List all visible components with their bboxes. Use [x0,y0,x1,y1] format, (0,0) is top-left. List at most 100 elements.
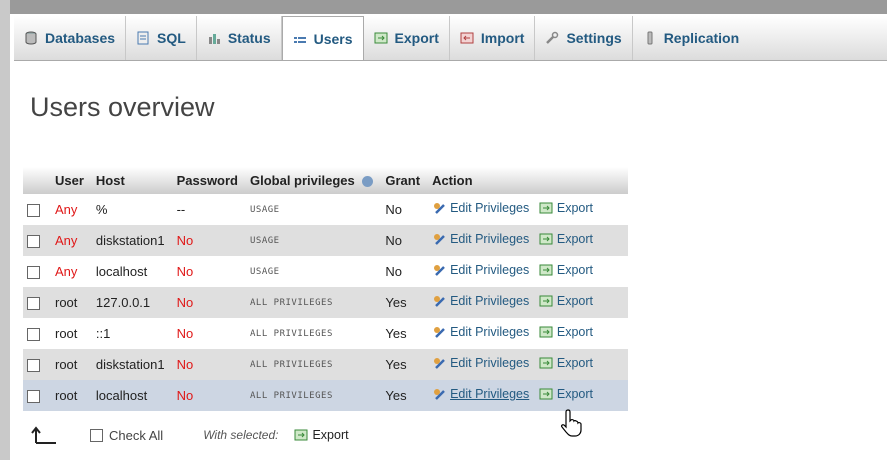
export-icon [539,201,553,215]
sql-icon [136,31,150,45]
edit-privileges-icon [432,387,446,401]
database-icon [24,31,38,45]
export-link[interactable]: Export [539,356,593,370]
check-all-label[interactable]: Check All [109,428,163,443]
window-top-bar [0,0,887,14]
edit-privileges-link[interactable]: Edit Privileges [432,387,529,401]
cell-grant: No [379,256,427,287]
edit-privileges-link[interactable]: Edit Privileges [432,356,529,370]
tab-replication[interactable]: Replication [633,16,749,60]
row-checkbox[interactable] [27,204,40,218]
export-icon [539,294,553,308]
table-row: root diskstation1 No ALL PRIVILEGES Yes … [23,349,629,380]
edit-privileges-link[interactable]: Edit Privileges [432,232,529,246]
export-link[interactable]: Export [539,263,593,277]
edit-privileges-icon [432,356,446,370]
cell-grant: Yes [379,380,427,411]
tab-settings[interactable]: Settings [535,16,633,60]
cell-host: diskstation1 [89,349,171,380]
row-checkbox[interactable] [27,297,40,311]
tab-status[interactable]: Status [197,16,282,60]
select-arrow-icon [31,426,56,444]
cell-password: No [170,318,244,349]
cell-password: -- [170,194,244,225]
check-all-checkbox[interactable] [90,428,103,442]
cell-privileges: ALL PRIVILEGES [244,349,380,380]
main-tab-bar: Databases SQL Status Users Export Import… [14,16,887,61]
edit-privileges-link[interactable]: Edit Privileges [432,201,529,215]
tab-label: Replication [663,30,740,46]
export-link[interactable]: Export [539,325,593,339]
export-link[interactable]: Export [539,387,593,401]
cell-user: Any [49,194,90,225]
header-host[interactable]: Host [89,167,171,194]
export-icon [539,263,553,277]
export-icon [539,387,553,401]
cell-grant: Yes [379,349,427,380]
cell-grant: Yes [379,318,427,349]
tab-label: Databases [45,30,116,46]
edit-privileges-link[interactable]: Edit Privileges [432,263,529,277]
row-checkbox[interactable] [27,390,40,404]
export-icon [294,428,308,442]
tab-users[interactable]: Users [281,16,364,60]
header-global-privileges[interactable]: Global privileges [244,167,380,194]
with-selected-label: With selected: [203,428,279,442]
edit-privileges-icon [432,325,446,339]
table-row-highlighted: root localhost No ALL PRIVILEGES Yes Edi… [23,380,629,411]
header-user[interactable]: User [49,167,90,194]
bulk-export-button[interactable]: Export [294,428,349,442]
export-link[interactable]: Export [539,232,593,246]
cell-host: 127.0.0.1 [89,287,171,318]
edit-privileges-link[interactable]: Edit Privileges [432,294,529,308]
row-checkbox[interactable] [27,359,40,373]
cell-password: No [170,256,244,287]
table-row: Any localhost No USAGE No Edit Privilege… [23,256,629,287]
table-row: root 127.0.0.1 No ALL PRIVILEGES Yes Edi… [23,287,629,318]
export-link[interactable]: Export [539,201,593,215]
cell-grant: Yes [379,287,427,318]
edit-privileges-icon [432,294,446,308]
users-table: User Host Password Global privileges Gra… [23,167,629,411]
cell-user: root [49,318,90,349]
edit-privileges-link[interactable]: Edit Privileges [432,325,529,339]
hand-cursor-icon [561,409,582,437]
edit-privileges-icon [432,201,446,215]
replication-icon [643,31,657,45]
export-icon [539,325,553,339]
tab-label: SQL [157,30,186,46]
row-checkbox[interactable] [27,266,40,280]
status-icon [207,31,221,45]
cell-privileges: USAGE [244,256,380,287]
cell-user: root [49,380,90,411]
cell-privileges: ALL PRIVILEGES [244,380,380,411]
wrench-icon [545,31,559,45]
header-password[interactable]: Password [170,167,244,194]
edit-privileges-icon [432,232,446,246]
cell-host: diskstation1 [89,225,171,256]
cell-user: Any [49,225,90,256]
cell-password: No [170,349,244,380]
tab-export[interactable]: Export [364,16,450,60]
cell-password: No [170,380,244,411]
export-link[interactable]: Export [539,294,593,308]
export-icon [539,232,553,246]
tab-sql[interactable]: SQL [126,16,197,60]
header-grant[interactable]: Grant [379,167,427,194]
cell-host: localhost [89,256,171,287]
help-icon[interactable] [362,176,374,188]
tab-databases[interactable]: Databases [14,16,127,60]
row-checkbox[interactable] [27,235,40,249]
import-icon [460,31,474,45]
cell-host: % [89,194,171,225]
cell-password: No [170,225,244,256]
cell-host: ::1 [89,318,171,349]
tab-import[interactable]: Import [450,16,536,60]
tab-label: Status [227,30,271,46]
row-checkbox[interactable] [27,328,40,342]
window-left-border [0,0,10,460]
table-header-row: User Host Password Global privileges Gra… [23,167,629,194]
cell-grant: No [379,225,427,256]
export-icon [374,31,388,45]
users-icon [293,32,307,46]
